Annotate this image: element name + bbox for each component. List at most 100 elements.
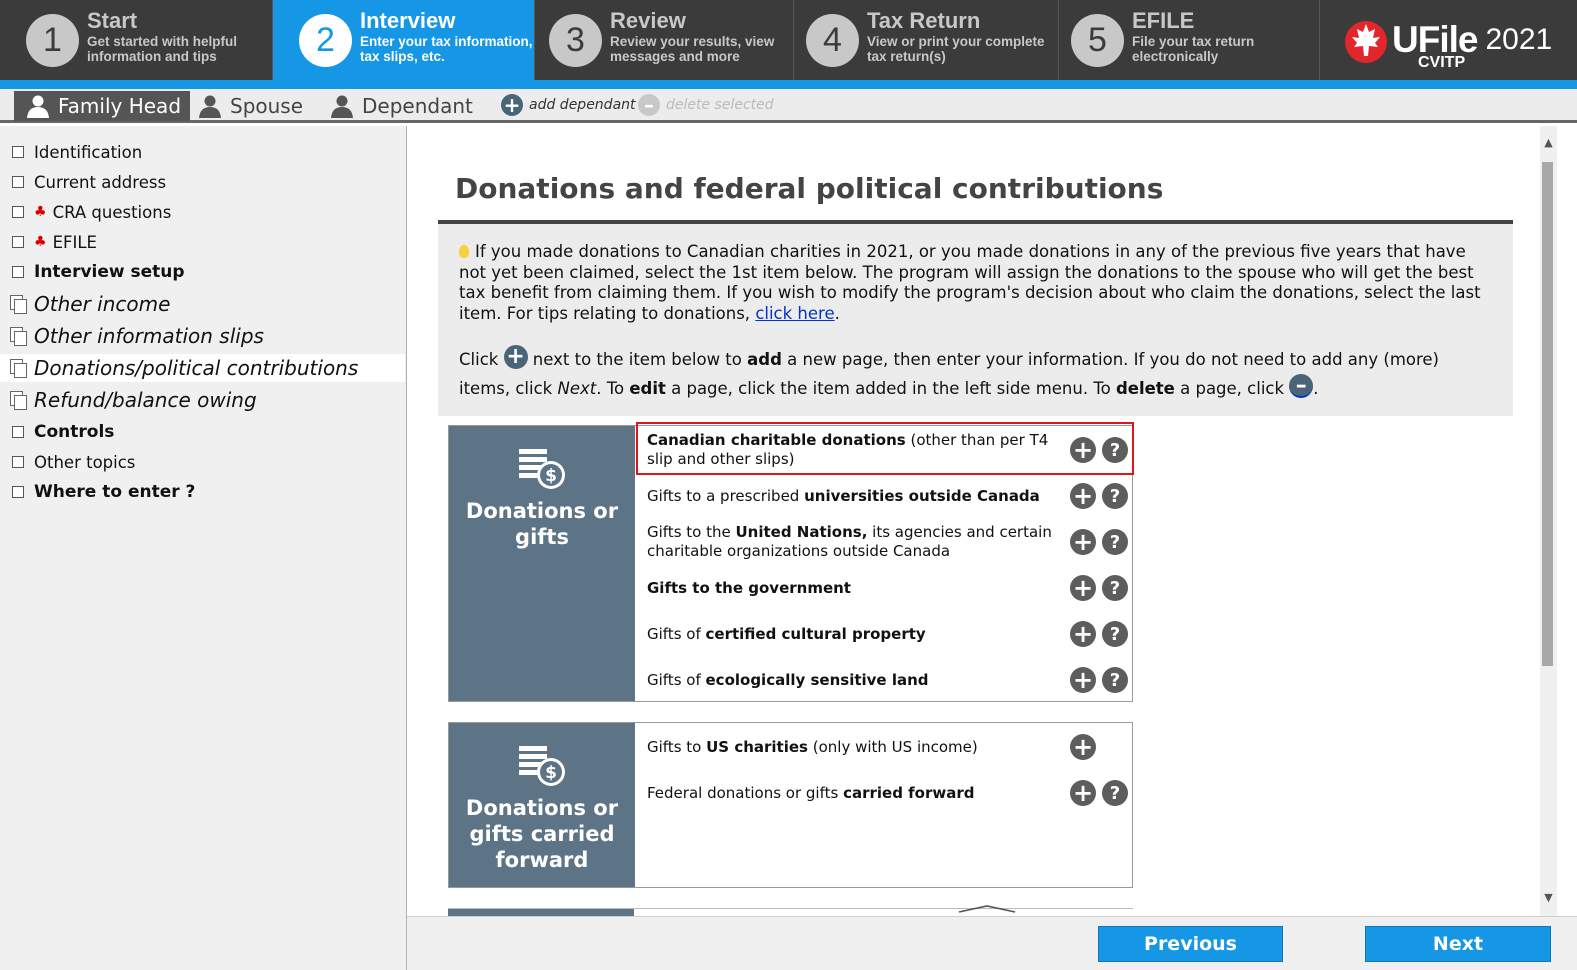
help-question-icon[interactable]: ? — [1102, 667, 1128, 693]
next-button[interactable]: Next — [1365, 926, 1551, 962]
plus-circle-icon: + — [501, 94, 523, 116]
nav-label: Refund/balance owing — [34, 388, 257, 412]
item-text: (only with US income) — [807, 737, 978, 756]
item-ecologically-sensitive-land[interactable]: Gifts of ecologically sensitive land +? — [647, 660, 1133, 700]
svg-text:$: $ — [545, 466, 557, 486]
scroll-up-arrow-icon[interactable]: ▲ — [1540, 134, 1557, 151]
help-question-icon[interactable]: ? — [1102, 780, 1128, 806]
step-title: Start — [87, 8, 138, 33]
item-bold: certified cultural property — [705, 624, 926, 643]
category-header — [448, 909, 634, 916]
copy-pages-icon — [10, 295, 28, 314]
scrollbar-thumb[interactable] — [1542, 162, 1553, 666]
nav-other-information-slips[interactable]: Other information slips — [0, 321, 405, 351]
info-text: a page, click — [1174, 378, 1290, 398]
info-text: Click — [459, 349, 504, 369]
step-desc: Review your results, view — [610, 34, 775, 49]
add-plus-icon[interactable]: + — [1070, 667, 1096, 693]
category-label: gifts — [515, 525, 569, 549]
step-tax-return[interactable]: 4 Tax Return View or print your complete t… — [794, 0, 1059, 80]
item-certified-cultural-property[interactable]: Gifts of certified cultural property +? — [647, 614, 1133, 654]
nav-other-topics[interactable]: Other topics — [0, 450, 405, 474]
add-dependant-button[interactable]: + add dependant — [501, 94, 636, 116]
step-start[interactable]: 1 Start Get started with helpful informati… — [0, 0, 273, 80]
info-bold: delete — [1115, 378, 1175, 398]
help-question-icon[interactable]: ? — [1102, 621, 1128, 647]
nav-donations-political-contributions[interactable]: Donations/political contributions — [0, 354, 405, 382]
info-italic: Next — [557, 378, 597, 398]
info-text: . — [1313, 378, 1319, 398]
help-question-icon[interactable]: ? — [1102, 483, 1128, 509]
nav-label: Current address — [34, 172, 167, 192]
checkbox-icon — [12, 266, 24, 278]
delete-selected-label: delete selected — [666, 97, 774, 113]
copy-pages-icon — [10, 391, 28, 410]
add-plus-icon[interactable]: + — [1070, 437, 1096, 463]
tab-family-head[interactable]: Family Head — [14, 91, 190, 121]
checkbox-icon — [12, 146, 24, 158]
nav-other-income[interactable]: Other income — [0, 289, 405, 319]
accent-bar — [0, 80, 1577, 89]
item-canadian-charitable-donations[interactable]: Canadian charitable donations (other tha… — [647, 430, 1133, 470]
tips-link[interactable]: click here — [755, 304, 834, 323]
tab-spouse[interactable]: Spouse — [198, 91, 303, 121]
nav-controls[interactable]: Controls — [0, 419, 405, 445]
tab-label: Dependant — [362, 94, 473, 118]
delete-selected-button[interactable]: – delete selected — [638, 94, 774, 116]
step-interview[interactable]: 2 Interview Enter your tax information, ta… — [273, 0, 535, 80]
step-desc: View or print your complete — [867, 34, 1045, 49]
item-carried-forward[interactable]: Federal donations or gifts carried forwa… — [647, 773, 1133, 813]
step-review[interactable]: 3 Review Review your results, view message… — [535, 0, 794, 80]
ufile-app: 1 Start Get started with helpful informati… — [0, 0, 1577, 970]
category-header: $ Donations or gifts — [449, 426, 635, 701]
add-plus-icon[interactable]: + — [1070, 780, 1096, 806]
nav-label: Donations/political contributions — [34, 356, 359, 380]
help-question-icon[interactable]: ? — [1102, 437, 1128, 463]
person-tabs: Family Head Spouse Dependant + add depen… — [0, 89, 1577, 123]
nav-where-to-enter[interactable]: Where to enter ? — [0, 479, 405, 505]
info-text: If you made donations to Canadian charit… — [459, 242, 1481, 324]
help-question-icon[interactable]: ? — [1102, 529, 1128, 555]
step-number: 5 — [1071, 13, 1124, 67]
checkbox-icon — [12, 206, 24, 218]
step-title: EFILE — [1132, 8, 1195, 33]
step-desc: electronically — [1132, 49, 1219, 64]
person-icon — [27, 95, 49, 118]
add-plus-icon[interactable]: + — [1070, 529, 1096, 555]
info-box: If you made donations to Canadian charit… — [438, 224, 1513, 416]
category-label: Donations or — [465, 796, 619, 820]
nav-current-address[interactable]: Current address — [0, 170, 405, 194]
item-label: Gifts to the United Nations, its agencie… — [647, 523, 1067, 561]
add-plus-icon[interactable]: + — [1070, 483, 1096, 509]
add-plus-icon[interactable]: + — [1070, 575, 1096, 601]
tab-dependant[interactable]: Dependant — [330, 91, 473, 121]
step-title: Review — [610, 8, 686, 33]
info-text: . To — [596, 378, 630, 398]
tab-label: Spouse — [230, 94, 304, 118]
previous-button[interactable]: Previous — [1098, 926, 1283, 962]
nav-refund-balance-owing[interactable]: Refund/balance owing — [0, 385, 405, 415]
nav-identification[interactable]: Identification — [0, 140, 405, 164]
chevron-up-icon[interactable] — [957, 904, 1017, 914]
step-efile[interactable]: 5 EFILE File your tax return electronicall… — [1059, 0, 1320, 80]
item-label: Canadian charitable donations (other tha… — [647, 431, 1067, 469]
nav-interview-setup[interactable]: Interview setup — [0, 259, 405, 285]
nav-cra-questions[interactable]: ♣ CRA questions — [0, 200, 405, 224]
item-gifts-to-government[interactable]: Gifts to the government +? — [647, 568, 1133, 608]
add-plus-icon[interactable]: + — [1070, 734, 1096, 760]
help-question-icon[interactable]: ? — [1102, 575, 1128, 601]
checkbox-icon — [12, 176, 24, 188]
nav-label: Other information slips — [34, 324, 264, 348]
add-plus-icon[interactable]: + — [1070, 621, 1096, 647]
nav-efile[interactable]: ♣ EFILE — [0, 230, 405, 254]
nav-label: EFILE — [52, 232, 97, 252]
item-us-charities[interactable]: Gifts to US charities (only with US inco… — [647, 727, 1133, 767]
item-bold: carried forward — [843, 783, 975, 802]
main-content: Donations and federal political contribu… — [407, 126, 1539, 916]
checkbox-icon — [12, 456, 24, 468]
item-united-nations[interactable]: Gifts to the United Nations, its agencie… — [647, 522, 1133, 562]
vertical-scrollbar[interactable]: ▲ ▼ — [1540, 126, 1557, 916]
step-number: 3 — [549, 13, 602, 67]
scroll-down-arrow-icon[interactable]: ▼ — [1540, 889, 1557, 906]
item-universities-outside-canada[interactable]: Gifts to a prescribed universities outsi… — [647, 476, 1133, 516]
